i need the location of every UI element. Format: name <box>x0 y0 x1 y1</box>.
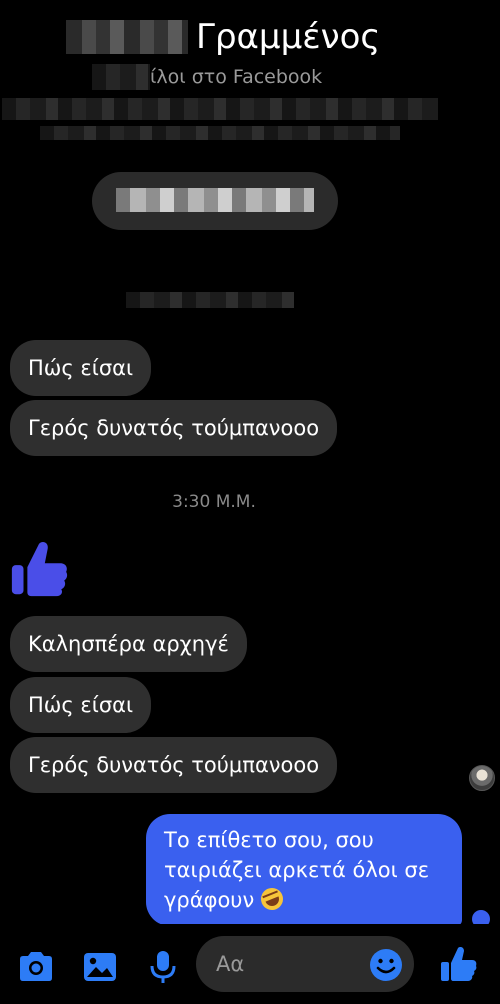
message-text: Γερός δυνατός τούμπανοοο <box>28 416 320 440</box>
message-text: Το επίθετο σου, σου ταιριάζει αρκετά όλο… <box>164 828 430 912</box>
view-profile-button[interactable] <box>92 172 338 230</box>
thumbs-up-sticker-icon[interactable] <box>8 538 70 600</box>
incoming-message[interactable]: Καλησπέρα αρχηγέ <box>10 616 247 672</box>
blurred-profile-name <box>66 20 188 54</box>
incoming-message[interactable]: Πώς είσαι <box>10 677 152 733</box>
message-text: Πώς είσαι <box>28 356 134 380</box>
blurred-profile-details <box>2 98 438 120</box>
profile-name: Γραμμένος <box>196 17 381 57</box>
blurred-button-label <box>116 188 314 212</box>
incoming-message[interactable]: Πώς είσαι <box>10 340 152 396</box>
blurred-profile-details-line2 <box>40 126 400 140</box>
seen-avatar <box>469 765 495 791</box>
image-icon[interactable] <box>80 947 120 987</box>
message-text: Γερός δυνατός τούμπανοοο <box>28 753 320 777</box>
composer-bar <box>0 924 500 1004</box>
microphone-icon[interactable] <box>143 947 183 987</box>
emoji-icon[interactable] <box>369 948 403 982</box>
message-text: Πώς είσαι <box>28 693 134 717</box>
incoming-message[interactable]: Γερός δυνατός τούμπανοοο <box>10 737 338 793</box>
thumbs-up-icon[interactable] <box>438 944 478 984</box>
blurred-date-divider <box>126 292 294 308</box>
blurred-subtitle-prefix <box>92 64 150 90</box>
rolling-laughing-emoji-icon <box>257 884 287 914</box>
message-text: Καλησπέρα αρχηγέ <box>28 632 229 656</box>
camera-icon[interactable] <box>16 947 56 987</box>
outgoing-message[interactable]: Το επίθετο σου, σου ταιριάζει αρκετά όλο… <box>146 814 462 926</box>
incoming-message[interactable]: Γερός δυνατός τούμπανοοο <box>10 400 338 456</box>
message-timestamp: 3:30 Μ.Μ. <box>172 492 256 512</box>
profile-subtitle: ίλοι στο Facebook <box>150 66 323 88</box>
